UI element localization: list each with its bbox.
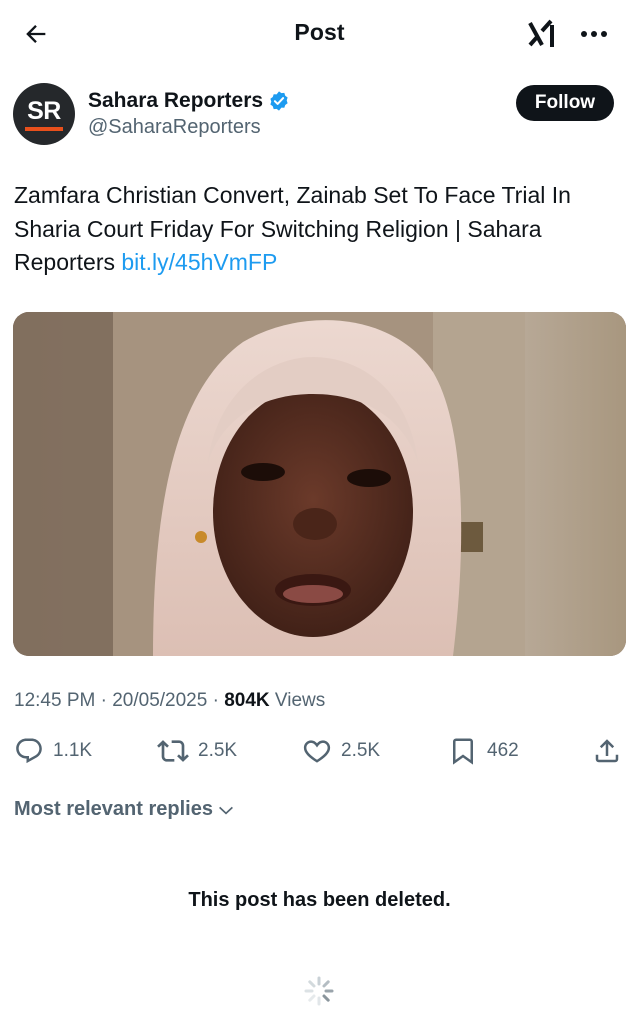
share-button[interactable] [592, 731, 622, 771]
meta-separator-2: · [212, 690, 225, 711]
post-text: Zamfara Christian Convert, Zainab Set To… [14, 179, 614, 280]
post-time: 12:45 PM [14, 690, 96, 711]
action-bar: 1.1K 2.5K 2.5K 462 [0, 731, 639, 771]
follow-button[interactable]: Follow [516, 85, 614, 121]
avatar-logo-underline [25, 127, 63, 131]
post-meta: 12:45 PM · 20/05/2025 · 804K Views [14, 690, 325, 712]
post-video-thumbnail[interactable] [13, 312, 626, 656]
views-label[interactable]: Views [275, 690, 325, 711]
grok-button[interactable] [524, 15, 564, 53]
view-count[interactable]: 804K [224, 690, 269, 711]
more-options-button[interactable] [574, 16, 614, 52]
repost-icon [157, 740, 189, 762]
reply-button[interactable]: 1.1K [14, 731, 92, 771]
post-link[interactable]: bit.ly/45hVmFP [121, 249, 277, 275]
replies-sort-label: Most relevant replies [14, 798, 213, 820]
heart-icon [303, 740, 331, 763]
author-handle[interactable]: @SaharaReporters [88, 116, 261, 139]
loading-spinner-icon [304, 976, 334, 1006]
like-button[interactable]: 2.5K [302, 731, 380, 771]
bookmark-button[interactable]: 462 [448, 731, 519, 771]
meta-separator-1: · [100, 690, 113, 711]
post-body: Zamfara Christian Convert, Zainab Set To… [14, 182, 571, 275]
deleted-post-notice: This post has been deleted. [188, 889, 451, 911]
repost-count: 2.5K [198, 740, 238, 761]
reply-icon [16, 738, 42, 764]
author-name[interactable]: Sahara Reporters [88, 89, 290, 113]
post-date: 20/05/2025 [112, 690, 208, 711]
author-name-text: Sahara Reporters [88, 89, 264, 112]
verified-badge-icon [268, 90, 290, 112]
bookmark-count: 462 [487, 740, 519, 761]
avatar[interactable]: SR [13, 83, 75, 145]
replies-sort-dropdown[interactable]: Most relevant replies [14, 798, 235, 821]
reply-count: 1.1K [53, 740, 93, 761]
like-count: 2.5K [341, 740, 381, 761]
share-icon [595, 739, 619, 763]
top-bar: Post [0, 0, 639, 66]
more-horizontal-icon [581, 31, 607, 37]
repost-button[interactable]: 2.5K [157, 731, 237, 771]
video-frame-image [13, 312, 626, 656]
avatar-logo-text: SR [27, 97, 61, 125]
chevron-down-icon [219, 806, 233, 815]
grok-icon [528, 19, 554, 47]
bookmark-icon [453, 738, 473, 765]
